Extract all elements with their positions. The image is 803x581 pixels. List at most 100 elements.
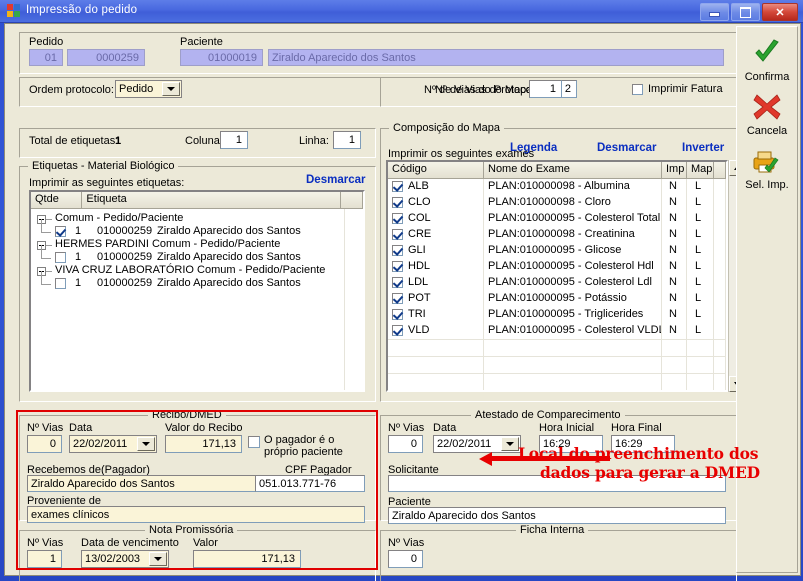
imprimir-fatura-label: Imprimir Fatura xyxy=(648,83,723,95)
atestado-caption: Atestado de Comparecimento xyxy=(471,409,625,421)
nota-venc-field[interactable]: 13/02/2003 xyxy=(81,550,169,568)
map-row-checkbox[interactable] xyxy=(392,197,403,208)
map-row-checkbox[interactable] xyxy=(392,229,403,240)
atestado-data-field[interactable]: 22/02/2011 xyxy=(433,435,521,453)
table-row[interactable]: CRE PLAN:010000098 - Creatinina N L xyxy=(388,227,726,243)
calendar-chevron-icon[interactable] xyxy=(137,437,155,451)
nota-valor-field[interactable]: 171,13 xyxy=(193,550,301,568)
etiquetas-col-extra xyxy=(341,192,363,208)
vias-mapa-field[interactable]: 1 xyxy=(529,80,562,98)
imprimir-fatura-checkbox[interactable] xyxy=(632,84,643,95)
map-col-map[interactable]: Map xyxy=(687,162,714,178)
map-col-codigo[interactable]: Código xyxy=(388,162,484,178)
atestado-vias-field[interactable]: 0 xyxy=(388,435,423,453)
table-row[interactable]: CLO PLAN:010000098 - Cloro N L xyxy=(388,195,726,211)
ordem-protocolo-select[interactable]: Pedido xyxy=(115,80,182,98)
paciente-code-field[interactable]: 01000019 xyxy=(180,49,263,66)
table-row[interactable]: TRI PLAN:010000095 - Triglicerides N L xyxy=(388,307,726,323)
map-row-extra xyxy=(714,227,726,243)
nota-vias-field[interactable]: 1 xyxy=(27,550,62,568)
application-window: Impressão do pedido ✕ Pedido 01 0000259 … xyxy=(0,0,803,581)
table-row[interactable]: POT PLAN:010000095 - Potássio N L xyxy=(388,291,726,307)
map-row-nome: PLAN:010000095 - Colesterol Ldl xyxy=(484,275,662,291)
linha-field[interactable]: 1 xyxy=(333,131,361,149)
ficha-vias-field[interactable]: 0 xyxy=(388,550,423,568)
atestado-paciente-field[interactable]: Ziraldo Aparecido dos Santos xyxy=(388,507,726,524)
tree-group-label-1[interactable]: HERMES PARDINI Comum - Pedido/Paciente xyxy=(55,238,280,250)
etiquetas-col-qtde[interactable]: Qtde xyxy=(31,192,83,208)
map-desmarcar-link[interactable]: Desmarcar xyxy=(597,142,656,154)
table-row[interactable]: VLD PLAN:010000095 - Colesterol VLDL N L xyxy=(388,323,726,339)
recebemos-field[interactable]: Ziraldo Aparecido dos Santos xyxy=(27,475,257,492)
etiquetas-col-etiqueta[interactable]: Etiqueta xyxy=(82,192,342,208)
paciente-name-field[interactable]: Ziraldo Aparecido dos Santos xyxy=(268,49,724,66)
total-etiquetas-label: Total de etiquetas: xyxy=(29,135,119,147)
maximize-button[interactable] xyxy=(731,3,760,21)
map-row-checkbox[interactable] xyxy=(392,277,403,288)
map-row-extra xyxy=(714,179,726,195)
map-row-codigo-text: ALB xyxy=(408,180,429,192)
map-row-codigo: GLI xyxy=(388,243,484,259)
tree-checkbox-1[interactable] xyxy=(55,252,66,263)
pedido-prefix-field[interactable]: 01 xyxy=(29,49,63,66)
map-row-extra xyxy=(714,275,726,291)
table-row[interactable]: ALB PLAN:010000098 - Albumina N L xyxy=(388,179,726,195)
calendar-chevron-icon-2[interactable] xyxy=(149,552,167,566)
sel-imp-button[interactable]: Sel. Imp. xyxy=(737,149,797,191)
table-row[interactable]: HDL PLAN:010000095 - Colesterol Hdl N L xyxy=(388,259,726,275)
etiquetas-group-caption: Etiquetas - Material Biológico xyxy=(28,160,179,172)
confirma-button[interactable]: Confirma xyxy=(737,39,797,83)
map-col-nome[interactable]: Nome do Exame xyxy=(484,162,662,178)
map-row-checkbox[interactable] xyxy=(392,293,403,304)
client-area: Pedido 01 0000259 Paciente 01000019 Zira… xyxy=(4,23,801,581)
map-col-imp[interactable]: Imp xyxy=(662,162,687,178)
map-row-checkbox[interactable] xyxy=(392,325,403,336)
table-row[interactable]: COL PLAN:010000095 - Colesterol Total N L xyxy=(388,211,726,227)
map-row-nome: PLAN:010000098 - Cloro xyxy=(484,195,662,211)
recibo-vias-field[interactable]: 0 xyxy=(27,435,62,453)
map-grid-body[interactable]: ALB PLAN:010000098 - Albumina N L CLO PLAN:01… xyxy=(388,179,726,390)
tree-code-0: 010000259 xyxy=(97,225,153,237)
tree-group-label-2[interactable]: VIVA CRUZ LABORATÓRIO Comum - Pedido/Pac… xyxy=(55,264,325,276)
map-row-nome: PLAN:010000095 - Colesterol Total xyxy=(484,211,662,227)
recibo-valor-field[interactable]: 171,13 xyxy=(165,435,242,453)
tree-patient-2: Ziraldo Aparecido dos Santos xyxy=(157,277,301,289)
etiquetas-tree[interactable]: Comum - Pedido/Paciente 1 010000259 Zira… xyxy=(31,209,363,390)
tree-checkbox-2[interactable] xyxy=(55,278,66,289)
map-row-checkbox[interactable] xyxy=(392,245,403,256)
etiquetas-desmarcar-link[interactable]: Desmarcar xyxy=(306,174,365,186)
map-row-checkbox[interactable] xyxy=(392,213,403,224)
map-inverter-link[interactable]: Inverter xyxy=(682,142,724,154)
pagador-proprio-checkbox[interactable] xyxy=(248,436,260,448)
recibo-data-field[interactable]: 22/02/2011 xyxy=(69,435,157,453)
table-row[interactable]: GLI PLAN:010000095 - Glicose N L xyxy=(388,243,726,259)
tree-code-2: 010000259 xyxy=(97,277,153,289)
coluna-field[interactable]: 1 xyxy=(220,131,248,149)
map-row-nome: PLAN:010000095 - Colesterol VLDL xyxy=(484,323,662,339)
hora-final-label: Hora Final xyxy=(611,422,662,434)
map-row-checkbox[interactable] xyxy=(392,261,403,272)
map-row-imp: N xyxy=(662,227,687,243)
table-row[interactable]: LDL PLAN:010000095 - Colesterol Ldl N L xyxy=(388,275,726,291)
calendar-chevron-icon-3[interactable] xyxy=(501,437,519,451)
map-row-checkbox[interactable] xyxy=(392,181,403,192)
etiquetas-grid[interactable]: Qtde Etiqueta Comum - Pedido/Paciente 1 … xyxy=(29,190,365,392)
tree-group-label-0[interactable]: Comum - Pedido/Paciente xyxy=(55,212,183,224)
map-grid[interactable]: Código Nome do Exame Imp Map ALB PLAN:010… xyxy=(386,160,728,392)
chevron-down-icon[interactable] xyxy=(162,82,180,96)
map-row-extra xyxy=(714,259,726,275)
tree-checkbox-0[interactable] xyxy=(55,226,66,237)
table-row-empty xyxy=(388,356,726,373)
cancela-button[interactable]: Cancela xyxy=(737,93,797,137)
map-row-checkbox[interactable] xyxy=(392,309,403,320)
proveniente-field[interactable]: exames clínicos xyxy=(27,506,365,523)
map-row-imp: N xyxy=(662,211,687,227)
pedido-number-field[interactable]: 0000259 xyxy=(67,49,145,66)
minimize-button[interactable] xyxy=(700,3,729,21)
recibo-data-label: Data xyxy=(69,422,93,434)
close-button[interactable]: ✕ xyxy=(762,3,798,21)
map-row-extra xyxy=(714,195,726,211)
map-legenda-link[interactable]: Legenda xyxy=(510,142,557,154)
map-row-codigo-text: TRI xyxy=(408,308,426,320)
cpf-pagador-field[interactable]: 051.013.771-76 xyxy=(255,475,365,492)
